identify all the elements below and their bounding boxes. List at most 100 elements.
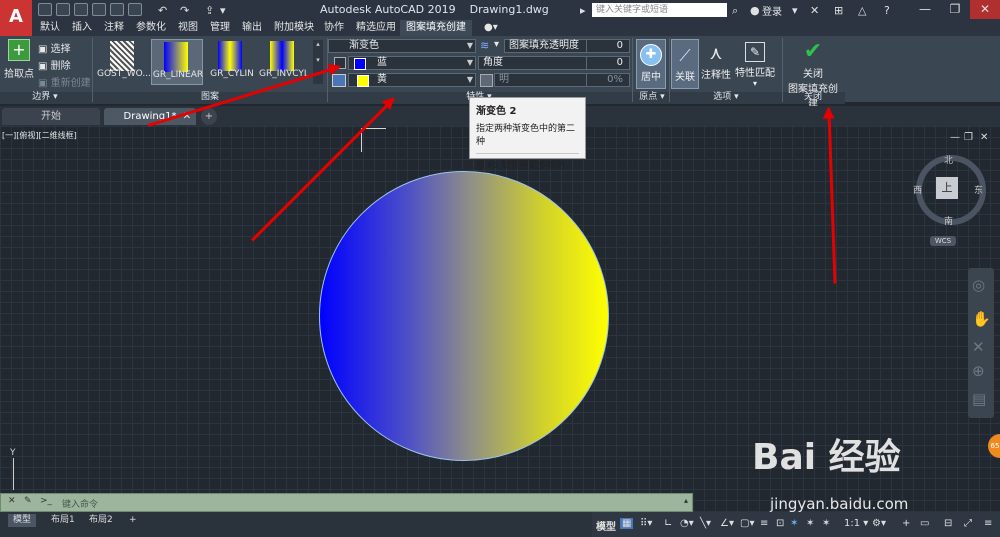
compass-east[interactable]: 东 xyxy=(974,183,983,196)
redo-icon[interactable]: ↷ xyxy=(180,4,189,17)
match-properties-button[interactable]: ✎ 特性匹配 ▾ xyxy=(734,39,776,89)
options-panel-label[interactable]: 选项 ▾ xyxy=(671,92,781,103)
boundary-panel-label[interactable]: 边界 ▾ xyxy=(0,92,90,103)
hatch-type-combo[interactable]: 渐变色 ▼ xyxy=(328,39,476,53)
osnap-icon[interactable]: ▢▾ xyxy=(740,518,754,529)
search-expand-icon[interactable]: ▸ xyxy=(580,4,586,17)
save-as-icon[interactable] xyxy=(92,3,106,16)
save-icon[interactable] xyxy=(74,3,88,16)
user-icon[interactable]: ● xyxy=(750,4,760,17)
select-button[interactable]: ▣ 选择 xyxy=(38,40,71,55)
pattern-scroll[interactable]: ▴ ▾ xyxy=(313,40,323,84)
origin-panel-label[interactable]: 原点 ▾ xyxy=(634,92,670,103)
compass-north[interactable]: 北 xyxy=(944,153,953,166)
pattern-gr-linear[interactable]: GR_LINEAR xyxy=(151,39,203,85)
tab-hatch-creation[interactable]: 图案填充创建 xyxy=(400,20,472,36)
customization-icon[interactable]: ≡ xyxy=(984,518,992,529)
application-menu-button[interactable]: A xyxy=(0,0,32,36)
tab-view[interactable]: 视图 xyxy=(172,20,204,36)
grid-icon[interactable]: ▦ xyxy=(620,518,634,529)
isolate-objects-icon[interactable]: ⊟ xyxy=(944,518,952,529)
tab-model[interactable]: 模型 xyxy=(8,514,37,527)
annotative-button[interactable]: ⋏ 注释性 xyxy=(700,39,732,89)
search-input[interactable]: 键入关键字或短语 xyxy=(592,3,727,17)
gradient-color1-combo[interactable]: 蓝 ▼ xyxy=(348,56,476,70)
lineweight-icon[interactable]: ≡ xyxy=(760,518,768,529)
angle-value[interactable]: 0 xyxy=(586,56,630,70)
tab-featured-apps[interactable]: 精选应用 xyxy=(350,20,402,36)
viewport-controls[interactable]: [一][俯视][二维线框] xyxy=(2,130,77,141)
binoculars-icon[interactable]: ⌕ xyxy=(732,4,738,18)
viewcube-top-face[interactable]: 上 xyxy=(936,177,958,199)
annotation-monitor-icon[interactable]: + xyxy=(902,518,910,529)
polar-icon[interactable]: ◔▾ xyxy=(680,518,694,529)
command-prompt-icon[interactable]: >_ xyxy=(40,496,52,506)
tab-layout1[interactable]: 布局1 xyxy=(46,514,80,527)
associative-button[interactable]: ⟋ 关联 xyxy=(671,39,699,89)
annotation-visibility-icon[interactable]: ✶ xyxy=(790,518,798,529)
tab-annotate[interactable]: 注释 xyxy=(98,20,130,36)
compass-west[interactable]: 西 xyxy=(913,183,922,196)
color2-toggle-icon[interactable] xyxy=(332,74,346,87)
open-icon[interactable] xyxy=(56,3,70,16)
auto-scale-icon[interactable]: ✶ xyxy=(806,518,814,529)
tab-default[interactable]: 默认 xyxy=(34,20,66,36)
ribbon-options-icon[interactable]: ●▾ xyxy=(478,20,504,36)
zoom-extents-icon[interactable]: ✕ xyxy=(972,338,985,356)
selection-cycling-icon[interactable]: ⊡ xyxy=(776,518,784,529)
transparency-value[interactable]: 0 xyxy=(586,39,630,53)
tab-insert[interactable]: 插入 xyxy=(66,20,98,36)
annotation-scale-icon[interactable]: ✶ xyxy=(822,518,830,529)
pick-points-icon[interactable]: + xyxy=(8,39,30,61)
showmotion-icon[interactable]: ▤ xyxy=(972,390,986,408)
file-tab-start[interactable]: 开始 xyxy=(2,108,100,125)
annotation-scale-value[interactable]: 1:1 ▾ xyxy=(844,518,868,529)
steering-wheel-icon[interactable]: ◎ xyxy=(972,276,985,294)
print-icon[interactable] xyxy=(128,3,142,16)
tab-manage[interactable]: 管理 xyxy=(204,20,236,36)
help-icon[interactable]: ? xyxy=(884,4,890,17)
set-origin-center-button[interactable]: ✚ 居中 xyxy=(636,39,666,89)
web-mobile-icon[interactable] xyxy=(110,3,124,16)
pan-hand-icon[interactable]: ✋ xyxy=(972,310,991,328)
cart-icon[interactable]: ⊞ xyxy=(834,4,843,17)
fullscreen-icon[interactable]: ⤢ xyxy=(964,518,972,529)
osnap-tracking-icon[interactable]: ∠▾ xyxy=(720,518,734,529)
new-tab-icon[interactable]: + xyxy=(201,108,217,125)
isodraft-icon[interactable]: ╲▾ xyxy=(700,518,711,529)
tab-output[interactable]: 输出 xyxy=(236,20,268,36)
viewport-minimize-icon[interactable]: — xyxy=(950,132,960,143)
help-tri-icon[interactable]: △ xyxy=(858,4,866,17)
new-icon[interactable] xyxy=(38,3,52,16)
pattern-gr-cylin[interactable]: GR_CYLIN xyxy=(206,39,256,83)
compass-south[interactable]: 南 xyxy=(944,214,953,227)
undo-icon[interactable]: ↶ xyxy=(158,4,167,17)
share-icon[interactable]: ⇪ xyxy=(205,4,214,17)
tab-parametric[interactable]: 参数化 xyxy=(130,20,172,36)
viewport-restore-icon[interactable]: ❐ xyxy=(964,132,973,143)
ortho-icon[interactable]: ∟ xyxy=(664,518,672,529)
tab-addins[interactable]: 附加模块 xyxy=(268,20,320,36)
orbit-icon[interactable]: ⊕ xyxy=(972,362,985,380)
tint-value[interactable]: 0% xyxy=(586,73,630,87)
chevron-down-icon[interactable]: ▾ xyxy=(792,4,798,17)
transparency-toggle[interactable]: ▾ xyxy=(494,39,499,50)
tab-layout2[interactable]: 布局2 xyxy=(84,514,118,527)
command-customize-icon[interactable]: ✎ xyxy=(24,496,32,506)
command-close-icon[interactable]: ✕ xyxy=(8,496,16,506)
close-window-icon[interactable]: ✕ xyxy=(970,0,1000,19)
gradient-filled-circle[interactable] xyxy=(319,171,609,461)
command-line[interactable] xyxy=(0,493,693,512)
workspace-gear-icon[interactable]: ⚙▾ xyxy=(872,518,886,529)
units-icon[interactable]: ▭ xyxy=(920,518,929,529)
login-button[interactable]: 登录 xyxy=(762,3,782,18)
wcs-menu[interactable]: WCS xyxy=(930,236,956,246)
model-space-button[interactable]: 模型 xyxy=(596,518,616,533)
minimize-icon[interactable]: — xyxy=(910,0,940,19)
exchange-icon[interactable]: ✕ xyxy=(810,4,819,17)
remove-button[interactable]: ▣ 删除 xyxy=(38,57,71,72)
pattern-gost-wood[interactable]: GOST_WO... xyxy=(97,39,151,83)
viewport-close-icon[interactable]: ✕ xyxy=(980,132,988,143)
add-layout-icon[interactable]: + xyxy=(124,514,142,527)
pick-points-button[interactable]: 拾取点 xyxy=(4,65,34,80)
